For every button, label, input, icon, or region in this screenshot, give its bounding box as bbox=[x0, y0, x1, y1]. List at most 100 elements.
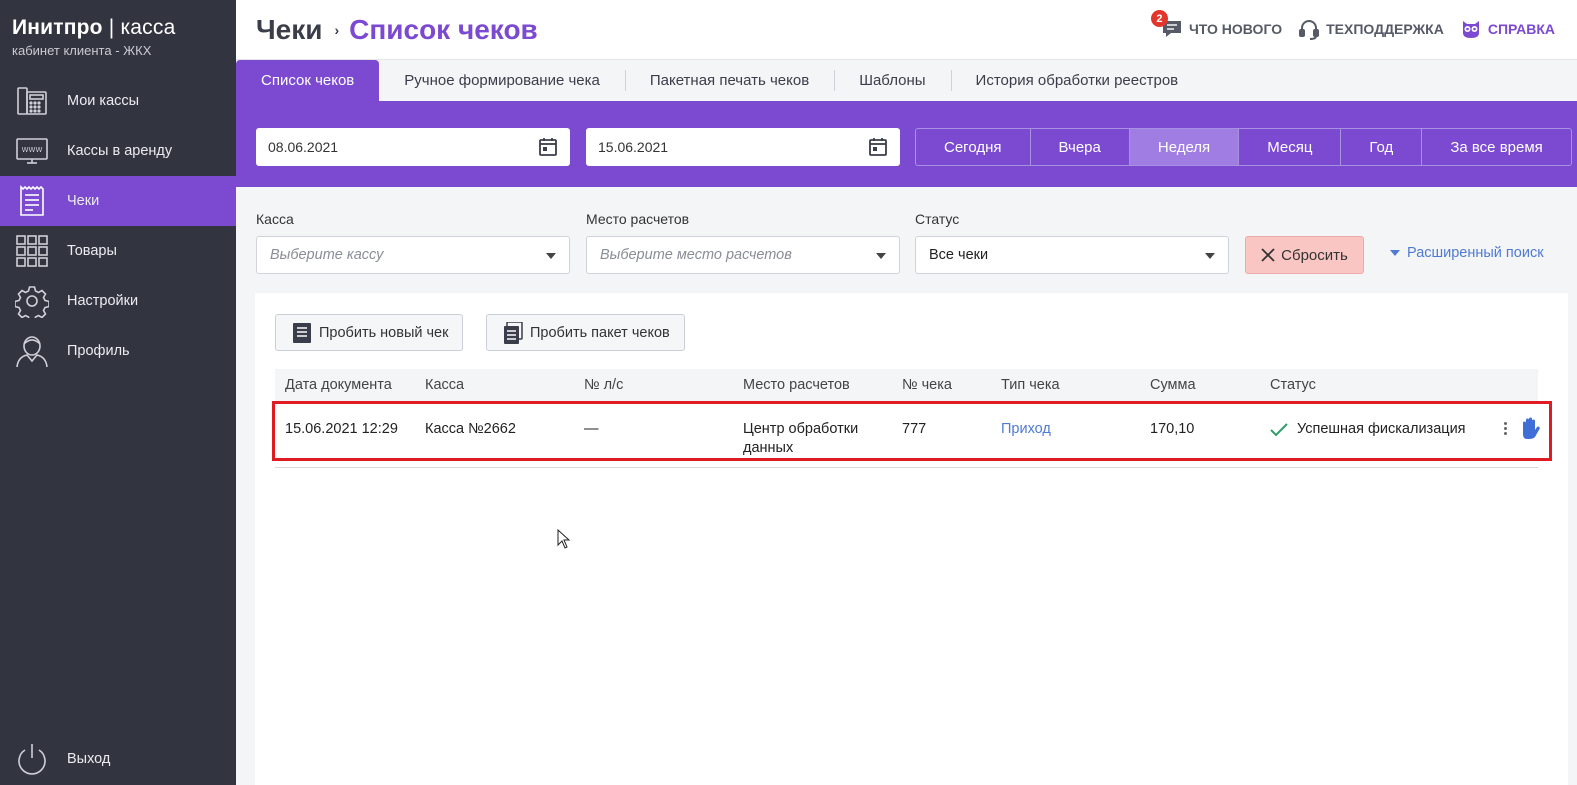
table-header: Дата документа Касса № л/с Место расчето… bbox=[275, 369, 1538, 402]
period-selector: Сегодня Вчера Неделя Месяц Год За все вр… bbox=[915, 128, 1572, 166]
support-button[interactable]: ТЕХПОДДЕРЖКА bbox=[1298, 18, 1444, 40]
power-icon bbox=[14, 741, 50, 777]
receipt-icon bbox=[292, 322, 312, 344]
top-actions: 2 ЧТО НОВОГО ТЕХПОДДЕРЖКА СПРАВКА bbox=[1150, 10, 1555, 40]
tab-templates[interactable]: Шаблоны bbox=[834, 60, 950, 101]
sidebar-item-tovary[interactable]: Товары bbox=[0, 226, 236, 276]
chat-icon: 2 bbox=[1150, 10, 1183, 40]
place-select-placeholder: Выберите место расчетов bbox=[600, 247, 792, 263]
column-header-sum[interactable]: Сумма bbox=[1150, 377, 1196, 393]
brand-subtitle: кабинет клиента - ЖКХ bbox=[12, 43, 152, 58]
status-select[interactable]: Все чеки bbox=[915, 236, 1229, 274]
brand-logo: Инитпро | касса кабинет клиента - ЖКХ bbox=[12, 16, 175, 58]
date-to-input[interactable]: 15.06.2021 bbox=[586, 128, 900, 166]
cell-place: Центр обработки данных bbox=[743, 420, 858, 458]
place-select[interactable]: Выберите место расчетов bbox=[586, 236, 900, 274]
owl-icon bbox=[1460, 18, 1482, 40]
batch-receipts-label: Пробить пакет чеков bbox=[530, 324, 670, 341]
whats-new-button[interactable]: 2 ЧТО НОВОГО bbox=[1150, 10, 1283, 40]
gear-icon bbox=[14, 283, 50, 319]
calendar-icon[interactable] bbox=[868, 137, 888, 157]
cell-date: 15.06.2021 12:29 bbox=[285, 421, 398, 437]
cell-sum: 170,10 bbox=[1150, 421, 1195, 437]
sidebar: Инитпро | касса кабинет клиента - ЖКХ Мо… bbox=[0, 0, 236, 785]
mouse-cursor-icon bbox=[557, 528, 571, 549]
cell-type-link[interactable]: Приход bbox=[1001, 420, 1051, 439]
column-header-number[interactable]: № чека bbox=[902, 377, 952, 393]
status-select-value: Все чеки bbox=[929, 247, 989, 263]
cell-place-line2: данных bbox=[743, 440, 794, 456]
tab-batch-print[interactable]: Пакетная печать чеков bbox=[624, 60, 834, 101]
sidebar-item-settings[interactable]: Настройки bbox=[0, 276, 236, 326]
close-icon bbox=[1261, 248, 1275, 262]
sidebar-item-label: Кассы в аренду bbox=[67, 143, 173, 159]
advanced-search-link[interactable]: Расширенный поиск bbox=[1390, 245, 1544, 261]
cash-register-icon bbox=[14, 83, 50, 119]
cell-place-line1: Центр обработки bbox=[743, 421, 859, 437]
date-filter-band: 08.06.2021 15.06.2021 Сегодня Вчера Неде… bbox=[236, 101, 1577, 187]
calendar-icon[interactable] bbox=[538, 137, 558, 157]
more-options-icon[interactable] bbox=[1504, 422, 1507, 435]
column-header-place[interactable]: Место расчетов bbox=[743, 377, 850, 393]
period-all-time-button[interactable]: За все время bbox=[1421, 129, 1570, 165]
chevron-down-icon bbox=[1205, 253, 1215, 259]
brand-title: Инитпро | касса bbox=[12, 16, 176, 39]
tab-registry-history[interactable]: История обработки реестров bbox=[950, 60, 1204, 101]
whats-new-label: ЧТО НОВОГО bbox=[1188, 21, 1283, 37]
cell-status: Успешная фискализация bbox=[1270, 420, 1466, 439]
breadcrumb: Чеки › Список чеков bbox=[256, 14, 538, 46]
period-week-button[interactable]: Неделя bbox=[1128, 129, 1239, 165]
tab-bar: Список чеков Ручное формирование чека Па… bbox=[236, 60, 1577, 101]
column-header-type[interactable]: Тип чека bbox=[1001, 377, 1060, 393]
column-header-kassa[interactable]: Касса bbox=[425, 377, 464, 393]
new-receipt-label: Пробить новый чек bbox=[319, 324, 449, 341]
sidebar-item-rent-kassy[interactable]: WWW Кассы в аренду bbox=[0, 126, 236, 176]
cell-account: — bbox=[584, 421, 599, 437]
logout-button[interactable]: Выход bbox=[14, 741, 110, 777]
hand-icon[interactable] bbox=[1519, 416, 1541, 440]
period-month-button[interactable]: Месяц bbox=[1238, 129, 1340, 165]
period-today-button[interactable]: Сегодня bbox=[916, 129, 1030, 165]
period-year-button[interactable]: Год bbox=[1340, 129, 1421, 165]
sidebar-item-profile[interactable]: Профиль bbox=[0, 326, 236, 376]
chevron-down-icon bbox=[546, 253, 556, 259]
reset-button[interactable]: Сбросить bbox=[1245, 236, 1364, 274]
tab-manual-receipt[interactable]: Ручное формирование чека bbox=[379, 60, 625, 101]
date-to-value: 15.06.2021 bbox=[598, 139, 669, 155]
receipts-panel: Пробить новый чек Пробить пакет чеков Да… bbox=[255, 293, 1568, 785]
caret-down-icon bbox=[1390, 250, 1400, 256]
column-header-date[interactable]: Дата документа bbox=[285, 377, 392, 393]
help-button[interactable]: СПРАВКА bbox=[1460, 18, 1555, 40]
breadcrumb-root[interactable]: Чеки bbox=[256, 14, 322, 46]
date-from-input[interactable]: 08.06.2021 bbox=[256, 128, 570, 166]
page-header: Чеки › Список чеков 2 ЧТО НОВОГО ТЕХПОДД… bbox=[236, 0, 1577, 60]
sidebar-item-label: Настройки bbox=[67, 293, 139, 309]
column-header-status[interactable]: Статус bbox=[1270, 377, 1316, 393]
headset-icon bbox=[1298, 18, 1320, 40]
sidebar-item-cheki[interactable]: Чеки bbox=[0, 176, 236, 226]
reset-label: Сбросить bbox=[1281, 246, 1348, 264]
filters-row: Касса Выберите кассу Место расчетов Выбе… bbox=[236, 187, 1577, 292]
row-divider bbox=[275, 467, 1538, 468]
breadcrumb-separator: › bbox=[334, 22, 340, 38]
sidebar-item-label: Товары bbox=[67, 243, 117, 259]
user-icon bbox=[14, 333, 50, 369]
table-row[interactable]: 15.06.2021 12:29 Касса №2662 — Центр обр… bbox=[275, 402, 1541, 549]
cell-number: 777 bbox=[902, 421, 927, 437]
check-icon bbox=[1270, 422, 1288, 437]
column-header-account[interactable]: № л/с bbox=[584, 377, 623, 393]
kassa-select-placeholder: Выберите кассу bbox=[270, 247, 384, 263]
sidebar-nav: Мои кассы WWW Кассы в аренду Чеки Товары… bbox=[0, 76, 236, 376]
new-receipt-button[interactable]: Пробить новый чек bbox=[275, 314, 464, 351]
sidebar-item-my-kassy[interactable]: Мои кассы bbox=[0, 76, 236, 126]
receipt-icon bbox=[14, 183, 50, 219]
date-from-value: 08.06.2021 bbox=[268, 139, 339, 155]
batch-receipts-button[interactable]: Пробить пакет чеков bbox=[486, 314, 685, 351]
kassa-select[interactable]: Выберите кассу bbox=[256, 236, 570, 274]
tab-receipt-list[interactable]: Список чеков bbox=[236, 60, 380, 101]
place-filter-label: Место расчетов bbox=[586, 211, 690, 227]
www-monitor-icon: WWW bbox=[14, 133, 50, 169]
help-label: СПРАВКА bbox=[1487, 21, 1555, 37]
period-yesterday-button[interactable]: Вчера bbox=[1029, 129, 1129, 165]
support-label: ТЕХПОДДЕРЖКА bbox=[1326, 21, 1444, 37]
